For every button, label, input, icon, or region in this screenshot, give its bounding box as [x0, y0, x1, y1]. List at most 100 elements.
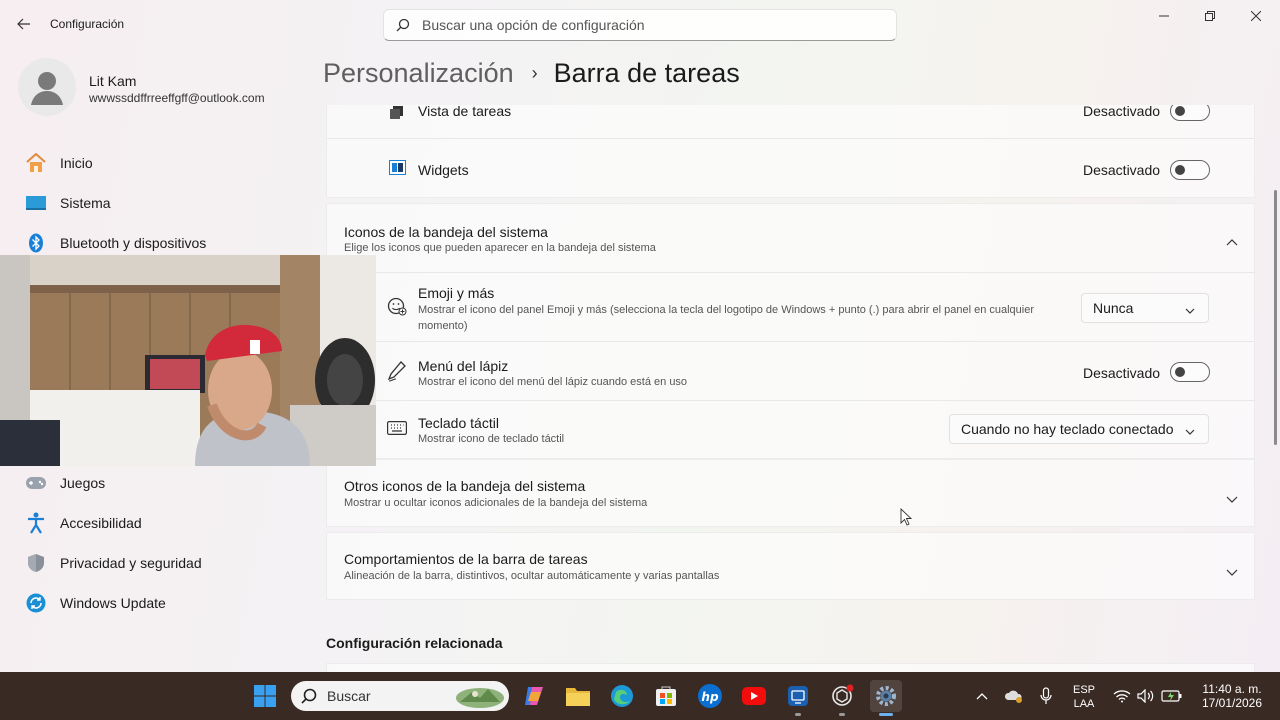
- user-email: wwwssddffrreeffgff@outlook.com: [89, 91, 265, 105]
- settings-search-box[interactable]: [383, 9, 897, 41]
- clock[interactable]: 11:40 a. m. 17/01/2026: [1192, 682, 1272, 710]
- user-name: Lit Kam: [89, 73, 137, 89]
- emoji-label: Emoji y más: [418, 285, 495, 301]
- other-tray-icons-description: Mostrar u ocultar iconos adicionales de …: [344, 497, 648, 509]
- emoji-icon: [387, 296, 407, 321]
- windows-logo-icon: [254, 685, 276, 707]
- gamepad-icon: [24, 473, 48, 493]
- title-bar: Configuración: [0, 0, 1280, 48]
- close-button[interactable]: [1233, 0, 1279, 32]
- divider: [327, 341, 1255, 342]
- emoji-dropdown[interactable]: Nunca: [1081, 293, 1209, 323]
- chevron-up-icon[interactable]: [966, 680, 998, 712]
- task-view-toggle[interactable]: [1170, 105, 1210, 121]
- touch-keyboard-dropdown[interactable]: Cuando no hay teclado conectado: [949, 414, 1209, 444]
- sidebar-item-label: Bluetooth y dispositivos: [60, 235, 207, 251]
- battery-icon[interactable]: [1156, 680, 1188, 712]
- microphone-icon[interactable]: [1030, 680, 1062, 712]
- widgets-label: Widgets: [418, 162, 469, 178]
- shield-icon: [24, 553, 48, 573]
- pen-icon: [387, 360, 407, 387]
- svg-text:hp: hp: [701, 690, 719, 704]
- microsoft-store-icon[interactable]: [650, 680, 682, 712]
- breadcrumb-parent[interactable]: Personalización: [323, 58, 514, 89]
- widgets-icon: [389, 160, 406, 180]
- divider: [327, 400, 1255, 401]
- file-explorer-icon[interactable]: [562, 680, 594, 712]
- system-tray-icons-title: Iconos de la bandeja del sistema: [344, 224, 548, 240]
- settings-search-input[interactable]: [422, 17, 862, 33]
- youtube-icon[interactable]: [738, 680, 770, 712]
- app-title: Configuración: [50, 17, 125, 31]
- sidebar-item-juegos[interactable]: Juegos: [24, 465, 300, 501]
- other-tray-icons-title: Otros iconos de la bandeja del sistema: [344, 478, 586, 494]
- sidebar-item-label: Privacidad y seguridad: [60, 555, 202, 571]
- divider: [327, 138, 1255, 139]
- search-icon: [301, 688, 317, 704]
- emoji-description: Mostrar el icono del panel Emoji y más (…: [418, 304, 1035, 332]
- bluetooth-icon: [24, 233, 48, 253]
- system-icon: [24, 193, 48, 213]
- sidebar-item-label: Juegos: [60, 475, 106, 491]
- chevron-down-icon: [1185, 423, 1195, 439]
- webcam-overlay: [0, 255, 376, 466]
- hp-icon[interactable]: hp: [694, 680, 726, 712]
- restore-button[interactable]: [1187, 0, 1233, 32]
- update-icon: [24, 593, 48, 613]
- sidebar-item-label: Inicio: [60, 155, 93, 171]
- taskbar-behaviors-description: Alineación de la barra, distintivos, ocu…: [344, 570, 720, 582]
- divider: [327, 272, 1255, 273]
- chatgpt-icon[interactable]: [826, 680, 858, 712]
- app-icon[interactable]: [782, 680, 814, 712]
- taskbar-search-label: Buscar: [327, 688, 371, 704]
- system-tray-icons-expander: Iconos de la bandeja del sistema Elige l…: [326, 203, 1255, 459]
- sidebar-item-sistema[interactable]: Sistema: [24, 185, 300, 221]
- chevron-down-icon[interactable]: [1226, 491, 1238, 509]
- onedrive-icon[interactable]: [998, 680, 1030, 712]
- widgets-toggle[interactable]: [1170, 160, 1210, 180]
- edge-icon[interactable]: [606, 680, 638, 712]
- copilot-icon[interactable]: [518, 680, 550, 712]
- taskbar-behaviors-title: Comportamientos de la barra de tareas: [344, 551, 588, 567]
- taskbar-behaviors-expander[interactable]: Comportamientos de la barra de tareas Al…: [326, 532, 1255, 600]
- sidebar-item-label: Accesibilidad: [60, 515, 142, 531]
- scrollbar[interactable]: [1274, 190, 1277, 445]
- touch-keyboard-label: Teclado táctil: [418, 415, 499, 431]
- related-settings-header: Configuración relacionada: [326, 635, 503, 651]
- language-indicator[interactable]: ESP LAA: [1066, 683, 1102, 711]
- search-highlight-icon: [456, 688, 504, 708]
- sidebar-item-label: Windows Update: [60, 595, 166, 611]
- chevron-down-icon[interactable]: [1226, 564, 1238, 582]
- system-tray-icons-header[interactable]: Iconos de la bandeja del sistema Elige l…: [327, 204, 1255, 272]
- sidebar-item-privacidad[interactable]: Privacidad y seguridad: [24, 545, 300, 581]
- taskbar: Buscar hp ESP LAA 11:40 a. m. 17/01/2026: [0, 672, 1280, 720]
- back-arrow-icon[interactable]: [10, 12, 38, 36]
- accessibility-icon: [24, 512, 48, 534]
- other-tray-icons-expander[interactable]: Otros iconos de la bandeja del sistema M…: [326, 459, 1255, 527]
- clock-date: 17/01/2026: [1201, 696, 1263, 710]
- emoji-dropdown-value: Nunca: [1093, 300, 1134, 316]
- running-indicator: [839, 713, 845, 716]
- sidebar-item-accesibilidad[interactable]: Accesibilidad: [24, 505, 300, 541]
- related-settings-card[interactable]: [326, 663, 1255, 672]
- sidebar-item-label: Sistema: [60, 195, 111, 211]
- chevron-up-icon[interactable]: [1226, 233, 1238, 251]
- settings-app-icon[interactable]: [870, 680, 902, 712]
- system-tray-icons-description: Elige los iconos que pueden aparecer en …: [344, 242, 656, 254]
- running-indicator: [795, 713, 801, 716]
- sidebar-item-inicio[interactable]: Inicio: [24, 145, 300, 181]
- pen-menu-description: Mostrar el icono del menú del lápiz cuan…: [418, 376, 688, 388]
- minimize-button[interactable]: [1141, 0, 1187, 32]
- start-button[interactable]: [249, 680, 281, 712]
- home-icon: [24, 153, 48, 173]
- page-title: Barra de tareas: [553, 58, 740, 88]
- pen-menu-toggle[interactable]: [1170, 362, 1210, 382]
- task-view-icon: [390, 106, 404, 125]
- sidebar-item-windows-update[interactable]: Windows Update: [24, 585, 300, 621]
- chevron-down-icon: [1185, 302, 1195, 318]
- settings-content: Vista de tareas Desactivado Widgets Desa…: [326, 105, 1255, 672]
- breadcrumb: Personalización › Barra de tareas: [323, 58, 740, 89]
- taskbar-search[interactable]: Buscar: [291, 681, 509, 711]
- touch-keyboard-description: Mostrar icono de teclado táctil: [418, 433, 565, 445]
- avatar[interactable]: [18, 58, 76, 116]
